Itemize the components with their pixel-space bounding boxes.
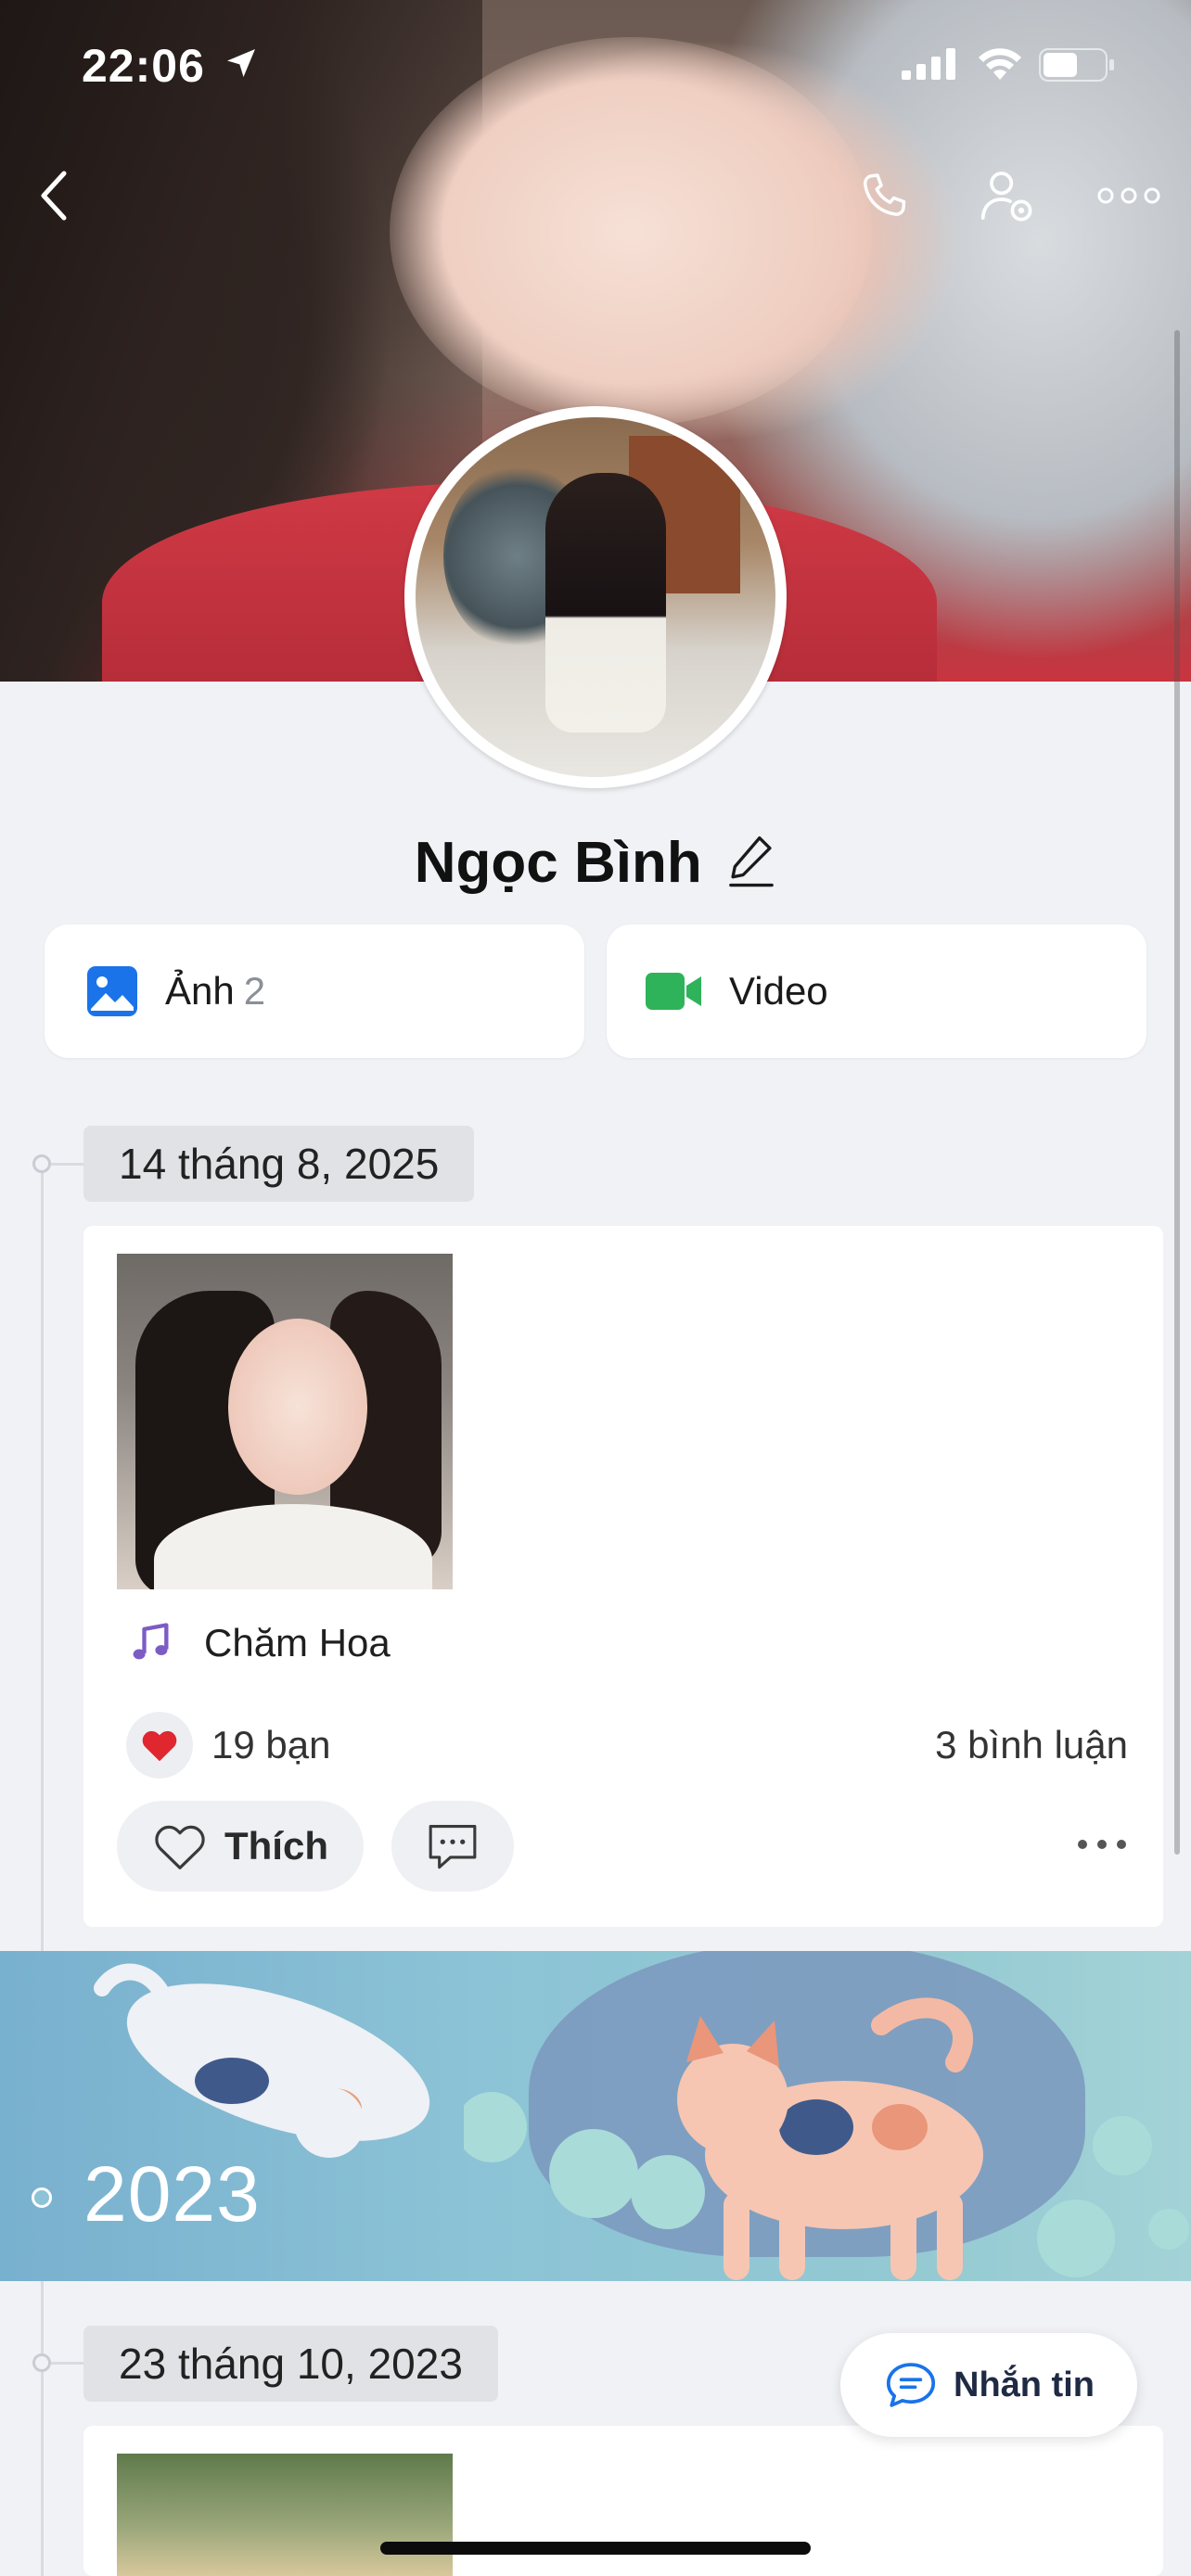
music-note-icon: [133, 1623, 169, 1660]
avatar-figure: [545, 473, 666, 733]
comments-count[interactable]: 3 bình luận: [935, 1723, 1128, 1767]
profile-settings-button[interactable]: [974, 163, 1039, 228]
scrollbar[interactable]: [1174, 330, 1180, 1855]
profile-name: Ngọc Bình: [414, 831, 702, 895]
battery-icon: [1039, 48, 1114, 82]
heart-outline-icon: [155, 1825, 205, 1869]
music-row[interactable]: Chăm Hoa: [126, 1615, 391, 1671]
post-photo[interactable]: [117, 1254, 453, 1589]
timeline-dot: [32, 2353, 51, 2372]
user-gear-icon: [980, 172, 1032, 222]
heart-icon: [142, 1730, 177, 1762]
timeline-tick: [51, 2362, 83, 2365]
year-label: 2023: [83, 2150, 261, 2238]
video-camera-icon: [646, 973, 701, 1010]
timeline-tick: [51, 1163, 83, 1166]
status-time: 22:06: [82, 40, 205, 92]
post-card: Chăm Hoa 19 bạn 3 bình luận Thích: [83, 1226, 1163, 1927]
profile-avatar[interactable]: [404, 406, 787, 788]
comment-button[interactable]: [391, 1801, 514, 1892]
photos-label-text: Ảnh: [165, 969, 235, 1013]
post-photo[interactable]: [117, 2454, 453, 2576]
pencil-icon: [729, 835, 775, 887]
reaction-row: 19 bạn 3 bình luận: [126, 1712, 1128, 1779]
wifi-icon: [979, 48, 1021, 80]
more-dots-icon: [1078, 1839, 1126, 1849]
photos-tab-label: Ảnh 2: [165, 969, 265, 1014]
photos-count: 2: [243, 969, 266, 1013]
yarn-balls-illustration: [464, 2092, 1189, 2277]
image-icon: [87, 966, 137, 1016]
location-arrow-icon: [227, 49, 255, 77]
phone-icon: [863, 173, 906, 216]
photos-tab[interactable]: Ảnh 2: [45, 925, 584, 1058]
chat-bubble-icon: [886, 2363, 936, 2407]
timeline-dot: [32, 1154, 51, 1173]
like-button[interactable]: Thích: [117, 1801, 364, 1892]
call-button[interactable]: [852, 163, 916, 228]
videos-tab-label: Video: [729, 969, 828, 1013]
more-options-button[interactable]: [1096, 163, 1161, 228]
home-indicator[interactable]: [380, 2542, 811, 2555]
action-row: Thích: [117, 1801, 1128, 1892]
back-button[interactable]: [22, 163, 87, 228]
comment-bubble-icon: [429, 1824, 477, 1869]
more-horizontal-icon: [1097, 187, 1160, 204]
chevron-left-icon: [41, 171, 67, 221]
song-title: Chăm Hoa: [204, 1621, 391, 1664]
timeline-year-dot: [32, 2187, 52, 2208]
date-chip: 14 tháng 8, 2025: [83, 1126, 475, 1202]
status-bar: 22:06: [0, 0, 1191, 130]
reaction-bubble[interactable]: [126, 1712, 193, 1779]
cellular-signal-icon: [902, 48, 955, 80]
profile-name-row: Ngọc Bình: [0, 830, 1191, 904]
videos-tab[interactable]: Video: [607, 925, 1146, 1058]
date-chip: 23 tháng 10, 2023: [83, 2326, 498, 2402]
post-more-button[interactable]: [1076, 1838, 1128, 1855]
like-label: Thích: [224, 1824, 328, 1868]
message-button-label: Nhắn tin: [954, 2365, 1095, 2404]
photo-face: [228, 1319, 367, 1495]
sleeping-cat-illustration: [94, 1963, 430, 2158]
avatar-photo: [416, 417, 775, 777]
likes-count[interactable]: 19 bạn: [211, 1723, 330, 1767]
message-button[interactable]: Nhắn tin: [840, 2333, 1137, 2437]
edit-name-button[interactable]: [726, 832, 776, 894]
